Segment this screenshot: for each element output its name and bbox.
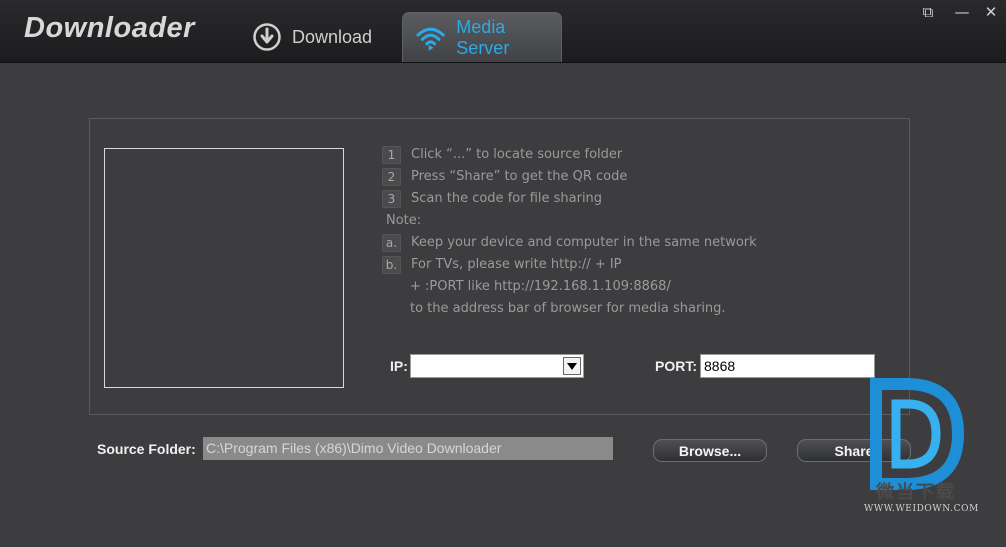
qr-code-area — [104, 148, 344, 388]
note-b: b. For TVs, please write http:// + IP — [382, 255, 622, 275]
step-3-badge: 3 — [382, 190, 401, 208]
step-1: 1 Click “...” to locate source folder — [382, 145, 622, 165]
step-3: 3 Scan the code for file sharing — [382, 189, 602, 209]
tab-media-server[interactable]: Media Server — [402, 12, 562, 62]
ip-label: IP: — [390, 358, 408, 374]
port-input[interactable]: 8868 — [700, 354, 875, 378]
watermark-url: WWW.WEIDOWN.COM — [864, 504, 979, 514]
browse-button[interactable]: Browse... — [653, 439, 767, 462]
note-b-line-2: + :PORT like http://192.168.1.109:8868/ — [410, 279, 671, 294]
step-1-text: Click “...” to locate source folder — [411, 147, 623, 162]
source-folder-label: Source Folder: — [97, 441, 196, 457]
note-b-line-3: to the address bar of browser for media … — [410, 301, 726, 316]
note-label: Note: — [386, 213, 422, 228]
ip-select[interactable] — [410, 354, 584, 378]
close-button[interactable]: ✕ — [981, 3, 1001, 21]
step-1-badge: 1 — [382, 146, 401, 164]
note-a-text: Keep your device and computer in the sam… — [411, 235, 757, 250]
restore-button[interactable]: ⧉ — [918, 3, 938, 21]
step-2-text: Press “Share” to get the QR code — [411, 169, 628, 184]
download-arrow-icon — [253, 23, 281, 51]
tab-download[interactable]: Download — [252, 12, 372, 62]
watermark-text: 微当下载 — [876, 482, 956, 503]
wifi-icon — [416, 27, 445, 51]
port-label: PORT: — [655, 358, 697, 374]
ip-dropdown-button[interactable] — [563, 357, 581, 375]
step-2-badge: 2 — [382, 168, 401, 186]
minimize-button[interactable]: — — [952, 3, 972, 21]
source-folder-input[interactable]: C:\Program Files (x86)\Dimo Video Downlo… — [203, 437, 613, 460]
note-a: a. Keep your device and computer in the s… — [382, 233, 757, 253]
tab-media-server-label: Media Server — [456, 16, 510, 58]
note-a-badge: a. — [382, 234, 401, 252]
step-2: 2 Press “Share” to get the QR code — [382, 167, 627, 187]
step-3-text: Scan the code for file sharing — [411, 191, 603, 206]
tab-download-label: Download — [292, 26, 373, 47]
chevron-down-icon — [567, 362, 577, 370]
title-bar: Downloader Download Media Server ⧉ — ✕ — [0, 0, 1006, 63]
app-title: Downloader — [24, 12, 195, 44]
note-b-text: For TVs, please write http:// + IP — [411, 257, 622, 272]
note-b-badge: b. — [382, 256, 401, 274]
